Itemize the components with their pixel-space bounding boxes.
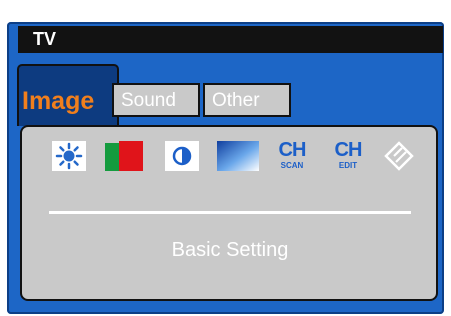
ch-edit-small: EDIT xyxy=(338,161,358,170)
tab-image[interactable]: Image xyxy=(22,85,94,117)
tab-other[interactable]: Other xyxy=(203,83,291,117)
diamond-icon[interactable] xyxy=(382,141,416,171)
channel-edit-icon[interactable]: CH EDIT xyxy=(330,139,366,171)
tint-icon[interactable] xyxy=(217,141,259,171)
contrast-icon[interactable] xyxy=(165,141,199,171)
title-bar xyxy=(18,26,443,53)
window-title: TV xyxy=(33,29,57,49)
ch-scan-big: CH xyxy=(278,139,307,161)
brightness-icon[interactable] xyxy=(52,141,86,171)
section-label: Basic Setting xyxy=(171,239,289,261)
ch-scan-small: SCAN xyxy=(280,161,304,170)
ch-edit-big: CH xyxy=(334,139,363,161)
divider xyxy=(49,211,411,214)
tab-sound[interactable]: Sound xyxy=(112,83,200,117)
channel-scan-icon[interactable]: CH SCAN xyxy=(274,139,310,171)
color-icon[interactable] xyxy=(105,141,143,171)
